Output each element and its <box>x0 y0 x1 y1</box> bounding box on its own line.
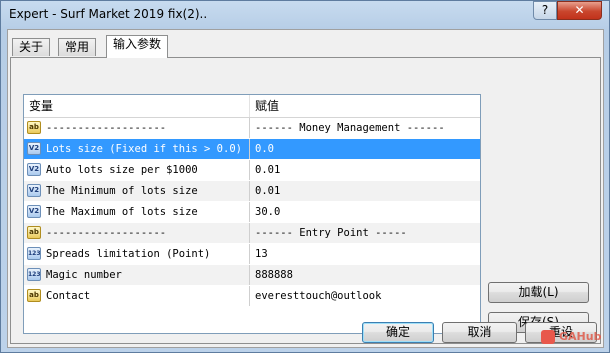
parameter-name: Auto lots size per $1000 <box>44 160 250 180</box>
load-button[interactable]: 加载(L) <box>488 282 589 303</box>
cancel-button[interactable]: 取消 <box>442 322 517 343</box>
table-row-selected[interactable]: V2 Lots size (Fixed if this > 0.0) 0.0 <box>24 139 480 160</box>
parameter-name: The Minimum of lots size <box>44 181 250 201</box>
window-title: Expert - Surf Market 2019 fix(2).. <box>9 7 208 21</box>
double-value-icon: V2 <box>27 205 41 218</box>
parameter-name: The Maximum of lots size <box>44 202 250 222</box>
parameter-value[interactable]: 0.0 <box>253 139 480 159</box>
column-header-variable[interactable]: 变量 <box>24 95 250 117</box>
expert-dialog-window: Expert - Surf Market 2019 fix(2).. ? ✕ 关… <box>0 0 610 353</box>
table-row[interactable]: V2 The Minimum of lots size 0.01 <box>24 181 480 202</box>
parameter-value[interactable]: 0.01 <box>253 160 480 180</box>
integer-value-icon: 123 <box>27 268 41 281</box>
parameter-name: Lots size (Fixed if this > 0.0) <box>44 139 250 159</box>
tab-page-inputs: 变量 赋值 ab ------------------- ------ Mone… <box>10 57 601 344</box>
double-value-icon: V2 <box>27 142 41 155</box>
table-row[interactable]: ab ------------------- ------ Entry Poin… <box>24 223 480 244</box>
parameter-value[interactable]: 0.01 <box>253 181 480 201</box>
parameter-value[interactable]: ------ Entry Point ----- <box>253 223 480 243</box>
parameter-name: Contact <box>44 286 250 306</box>
parameter-name: Magic number <box>44 265 250 285</box>
parameter-value[interactable]: everesttouch@outlook <box>253 286 480 306</box>
table-row[interactable]: 123 Spreads limitation (Point) 13 <box>24 244 480 265</box>
parameter-name: Spreads limitation (Point) <box>44 244 250 264</box>
integer-value-icon: 123 <box>27 247 41 260</box>
watermark-text: GAHub <box>559 330 602 343</box>
help-button[interactable]: ? <box>533 1 557 20</box>
ok-button[interactable]: 确定 <box>362 322 434 343</box>
column-header-value[interactable]: 赋值 <box>250 95 480 117</box>
parameter-name: ------------------- <box>44 118 250 138</box>
parameter-value[interactable]: 888888 <box>253 265 480 285</box>
ab-text-icon: ab <box>27 289 41 302</box>
table-row[interactable]: V2 Auto lots size per $1000 0.01 <box>24 160 480 181</box>
parameter-name: ------------------- <box>44 223 250 243</box>
double-value-icon: V2 <box>27 163 41 176</box>
parameter-value[interactable]: ------ Money Management ------ <box>253 118 480 138</box>
parameter-value[interactable]: 30.0 <box>253 202 480 222</box>
tab-common[interactable]: 常用 <box>58 38 97 56</box>
ab-text-icon: ab <box>27 226 41 239</box>
table-rows: ab ------------------- ------ Money Mana… <box>24 118 480 307</box>
table-row[interactable]: 123 Magic number 888888 <box>24 265 480 286</box>
double-value-icon: V2 <box>27 184 41 197</box>
tab-about[interactable]: 关于 <box>12 38 51 56</box>
parameters-table[interactable]: 变量 赋值 ab ------------------- ------ Mone… <box>23 94 481 334</box>
close-button[interactable]: ✕ <box>557 1 602 20</box>
dialog-client-area: 关于 常用 输入参数 变量 赋值 ab ------------------- … <box>7 29 604 348</box>
table-row[interactable]: ab ------------------- ------ Money Mana… <box>24 118 480 139</box>
watermark-logo-icon <box>541 330 555 344</box>
parameter-value[interactable]: 13 <box>253 244 480 264</box>
table-row[interactable]: V2 The Maximum of lots size 30.0 <box>24 202 480 223</box>
ab-text-icon: ab <box>27 121 41 134</box>
tab-inputs[interactable]: 输入参数 <box>106 35 169 58</box>
table-header: 变量 赋值 <box>24 95 480 118</box>
table-row[interactable]: ab Contact everesttouch@outlook <box>24 286 480 307</box>
title-bar[interactable]: Expert - Surf Market 2019 fix(2).. ? ✕ <box>1 1 609 27</box>
